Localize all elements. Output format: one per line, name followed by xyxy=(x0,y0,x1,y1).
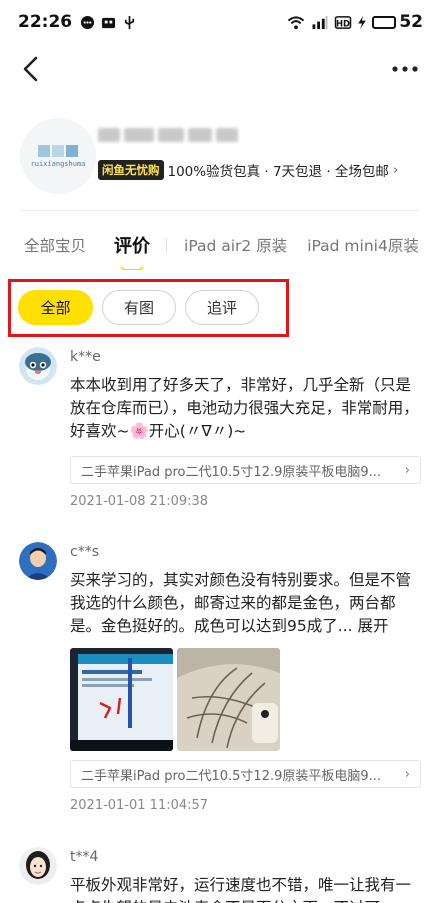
usb-icon xyxy=(125,15,135,29)
nav-bar xyxy=(0,48,439,90)
review-content: 本本收到用了好多天了，非常好，几乎全新（只是放在仓库而已），电池动力很强大充足，… xyxy=(70,376,419,440)
more-button[interactable] xyxy=(385,52,425,86)
review-date: 2021-01-08 21:09:38 xyxy=(70,494,209,509)
wifi-icon xyxy=(288,15,305,29)
chevron-right-icon: › xyxy=(404,462,410,478)
shop-tagline: 100%验货包真 · 7天包退 · 全场包邮 xyxy=(167,164,389,180)
message-icon xyxy=(81,15,95,29)
active-tab-indicator xyxy=(120,264,145,270)
shop-logo[interactable]: ruixiangshuma xyxy=(20,118,96,194)
divider xyxy=(20,210,419,211)
review-date: 2021-01-01 11:04:57 xyxy=(70,798,209,813)
avatar[interactable] xyxy=(19,847,57,885)
review-product-link[interactable]: 二手苹果iPad pro二代10.5寸12.9原装平板电脑9... › xyxy=(70,456,421,484)
more-dots-icon xyxy=(392,66,418,72)
avatar[interactable] xyxy=(19,542,57,580)
tab-reviews[interactable]: 评价 xyxy=(114,226,151,270)
chevron-right-icon: › xyxy=(404,766,410,782)
review-product-title: 二手苹果iPad pro二代10.5寸12.9原装平板电脑9... xyxy=(81,464,382,480)
shop-logo-text: ruixiangshuma xyxy=(30,159,86,168)
filter-with-photos-chip[interactable]: 有图 xyxy=(102,290,176,325)
shop-guarantee-row[interactable]: 闲鱼无忧购 100%验货包真 · 7天包退 · 全场包邮 › xyxy=(98,160,398,180)
expand-link[interactable]: 展开 xyxy=(357,617,388,635)
tab-separator xyxy=(166,238,168,252)
shop-tabs: 全部宝贝 评价 iPad air2 原装 iPad mini4原装 xyxy=(0,226,439,270)
svg-text:HD: HD xyxy=(336,18,350,28)
review-username: t**4 xyxy=(70,849,99,865)
xianyu-assurance-badge: 闲鱼无忧购 xyxy=(98,160,164,180)
avatar[interactable] xyxy=(19,347,57,385)
tab-ipad-air2[interactable]: iPad air2 原装 xyxy=(184,226,287,256)
tab-all-items[interactable]: 全部宝贝 xyxy=(24,226,86,256)
review-product-link[interactable]: 二手苹果iPad pro二代10.5寸12.9原装平板电脑9... › xyxy=(70,760,421,788)
battery-level: 52 xyxy=(399,12,423,32)
chevron-left-icon xyxy=(23,56,38,82)
review-content: 平板外观非常好，运行速度也不错，唯一让我有一点点失望的是电池寿命不是百分之百，不… xyxy=(70,876,412,903)
review-username: c**s xyxy=(70,544,99,560)
hd-signal-icon: HD xyxy=(335,15,352,29)
tab-ipad-mini4[interactable]: iPad mini4原装 xyxy=(307,226,419,256)
review-photos xyxy=(70,648,280,751)
status-bar: 22:26 HD 52 xyxy=(0,0,439,44)
chevron-right-icon: › xyxy=(392,162,399,178)
review-product-title: 二手苹果iPad pro二代10.5寸12.9原装平板电脑9... xyxy=(81,768,382,784)
review-username: k**e xyxy=(70,349,101,365)
status-time: 22:26 xyxy=(18,12,73,32)
back-button[interactable] xyxy=(14,52,48,86)
review-filters: 全部 有图 追评 xyxy=(18,290,259,325)
filter-all-chip[interactable]: 全部 xyxy=(18,290,93,325)
app-notification-icon xyxy=(102,17,116,28)
review-photo[interactable] xyxy=(177,648,280,751)
signal-icon xyxy=(312,15,328,29)
battery-indicator: 52 xyxy=(372,12,423,32)
battery-icon xyxy=(372,15,397,29)
shop-name-redacted xyxy=(98,126,238,144)
charging-icon xyxy=(358,15,367,29)
review-photo[interactable] xyxy=(70,648,173,751)
shop-header[interactable]: ruixiangshuma 闲鱼无忧购 100%验货包真 · 7天包退 · 全场… xyxy=(0,108,439,208)
tab-reviews-label: 评价 xyxy=(114,236,151,257)
filter-follow-up-chip[interactable]: 追评 xyxy=(185,290,259,325)
review-content: 买来学习的，其实对颜色没有特别要求。但是不管我选的什么颜色，邮寄过来的都是金色，… xyxy=(70,569,422,638)
